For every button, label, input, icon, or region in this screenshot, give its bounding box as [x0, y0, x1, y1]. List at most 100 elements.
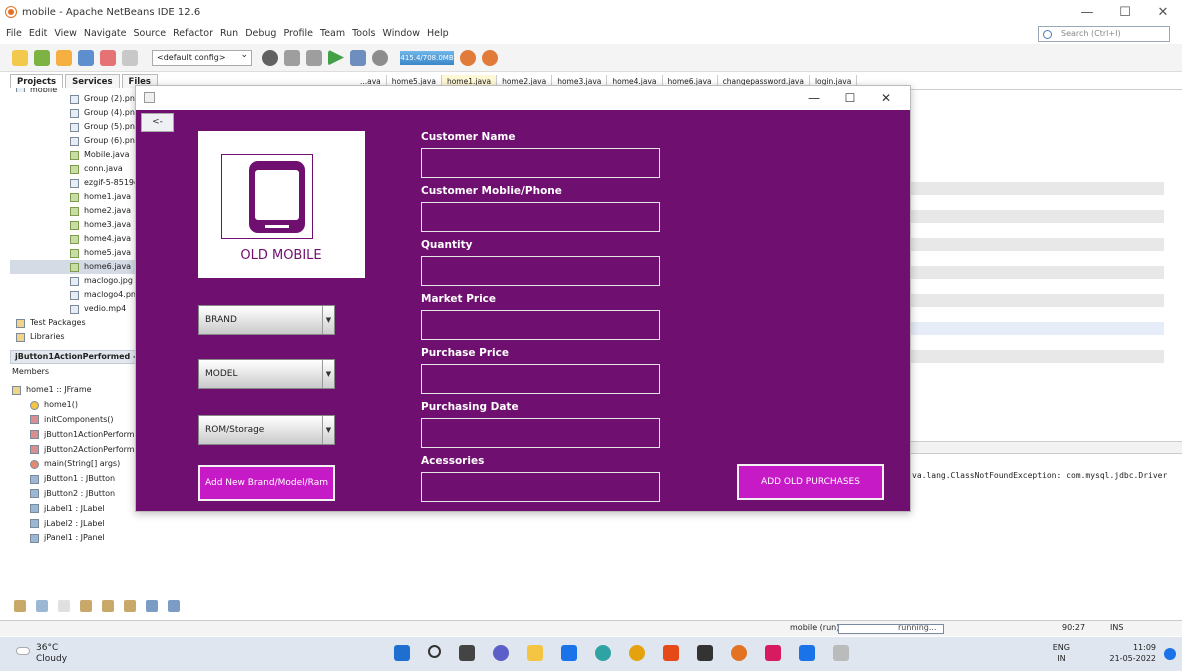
java-app-icon[interactable]	[833, 645, 849, 661]
memory-indicator[interactable]: 415.4/708.0MB	[400, 50, 454, 65]
mail-icon[interactable]	[561, 645, 577, 661]
member-item[interactable]: initComponents()	[12, 413, 152, 428]
add-old-purchases-button[interactable]: ADD OLD PURCHASES	[737, 464, 884, 500]
member-item[interactable]: jLabel2 : JLabel	[12, 516, 152, 531]
menu-navigate[interactable]: Navigate	[84, 28, 127, 39]
app-icon-2[interactable]	[799, 645, 815, 661]
static-icon[interactable]	[58, 600, 70, 612]
tab-services[interactable]: Services	[65, 74, 120, 88]
member-item[interactable]: home1()	[12, 398, 152, 413]
menu-source[interactable]: Source	[133, 28, 166, 39]
member-item[interactable]: home1 :: JFrame	[12, 383, 152, 398]
member-item[interactable]: jLabel1 : JLabel	[12, 501, 152, 516]
menu-profile[interactable]: Profile	[283, 28, 313, 39]
customer-phone-input[interactable]	[421, 202, 660, 232]
weather-condition: Cloudy	[36, 654, 68, 664]
office-icon[interactable]	[663, 645, 679, 661]
redo-icon[interactable]	[122, 49, 138, 66]
close-icon[interactable]: ✕	[1144, 0, 1182, 24]
menu-run[interactable]: Run	[220, 28, 238, 39]
gc-icon-2[interactable]	[482, 49, 498, 66]
windows-start-icon[interactable]	[394, 645, 410, 661]
dropdown-arrow-icon[interactable]: ▼	[322, 306, 334, 334]
member-item[interactable]: main(String[] args)	[12, 457, 152, 472]
search-icon[interactable]	[428, 645, 441, 658]
maximize-icon[interactable]: ☐	[832, 89, 868, 107]
new-file-icon[interactable]	[12, 49, 28, 66]
system-clock[interactable]: 11:09 21-05-2022	[1110, 642, 1157, 664]
member-item[interactable]: jButton1ActionPerform	[12, 427, 152, 442]
save-all-icon[interactable]	[78, 49, 94, 66]
task-view-icon[interactable]	[459, 645, 475, 661]
undo-icon[interactable]	[100, 49, 116, 66]
purchasing-date-input[interactable]	[421, 418, 660, 448]
editor-code-line	[910, 266, 1164, 279]
notepad-icon[interactable]	[697, 645, 713, 661]
lock-icon[interactable]	[80, 600, 92, 612]
customer-name-input[interactable]	[421, 148, 660, 178]
clean-build-icon[interactable]	[306, 49, 322, 66]
sort-name-icon[interactable]	[146, 600, 158, 612]
close-icon[interactable]: ✕	[868, 89, 904, 107]
sort-source-icon[interactable]	[168, 600, 180, 612]
purchase-price-input[interactable]	[421, 364, 660, 394]
netbeans-taskbar-icon[interactable]	[731, 645, 747, 661]
cloud-icon	[16, 647, 30, 655]
input-language[interactable]: ENG IN	[1053, 642, 1070, 664]
run-icon[interactable]	[328, 49, 344, 66]
menu-debug[interactable]: Debug	[245, 28, 276, 39]
quantity-input[interactable]	[421, 256, 660, 286]
menu-window[interactable]: Window	[383, 28, 420, 39]
member-item[interactable]: jButton2ActionPerform	[12, 442, 152, 457]
chat-icon[interactable]	[493, 645, 509, 661]
rom-select[interactable]: ROM/Storage ▼	[198, 415, 335, 445]
app-icon[interactable]	[765, 645, 781, 661]
market-price-input[interactable]	[421, 310, 660, 340]
minimize-icon[interactable]: —	[1068, 0, 1106, 24]
menu-team[interactable]: Team	[320, 28, 345, 39]
menu-tools[interactable]: Tools	[352, 28, 375, 39]
open-project-icon[interactable]	[56, 49, 72, 66]
dropdown-arrow-icon[interactable]: ▼	[322, 360, 334, 388]
weather-widget[interactable]: 36°C Cloudy	[16, 643, 68, 665]
fq-names-icon[interactable]	[124, 600, 136, 612]
debug-icon[interactable]	[350, 49, 366, 66]
menu-file[interactable]: File	[6, 28, 22, 39]
minimize-icon[interactable]: —	[796, 89, 832, 107]
chrome-icon[interactable]	[629, 645, 645, 661]
config-select[interactable]: <default config>	[152, 49, 252, 66]
ide-statusbar: mobile (run) running... 90:27 INS	[0, 620, 1182, 636]
run-status-label[interactable]: mobile (run)	[790, 623, 839, 632]
fields-icon[interactable]	[36, 600, 48, 612]
profile-icon[interactable]	[372, 49, 388, 66]
menu-edit[interactable]: Edit	[29, 28, 47, 39]
output-text: va.lang.ClassNotFoundException: com.mysq…	[912, 471, 1168, 480]
notification-icon[interactable]	[1164, 648, 1176, 660]
menu-refactor[interactable]: Refactor	[173, 28, 213, 39]
edge-icon[interactable]	[595, 645, 611, 661]
member-item[interactable]: jPanel1 : JPanel	[12, 531, 152, 546]
model-select[interactable]: MODEL ▼	[198, 359, 335, 389]
menu-view[interactable]: View	[54, 28, 77, 39]
inherited-icon[interactable]	[102, 600, 114, 612]
member-item[interactable]: jButton1 : JButton	[12, 472, 152, 487]
filter-icon[interactable]	[14, 600, 26, 612]
accessories-input[interactable]	[421, 472, 660, 502]
tab-projects[interactable]: Projects	[10, 74, 64, 88]
editor-code-line	[910, 294, 1164, 307]
dropdown-arrow-icon[interactable]: ▼	[322, 416, 334, 444]
brand-select[interactable]: BRAND ▼	[198, 305, 335, 335]
java-file-icon	[70, 164, 79, 174]
globe-icon[interactable]	[262, 49, 278, 66]
file-explorer-icon[interactable]	[527, 645, 543, 661]
new-project-icon[interactable]	[34, 49, 50, 66]
add-new-brand-model-ram-button[interactable]: Add New Brand/Model/Ram	[198, 465, 335, 501]
menu-help[interactable]: Help	[427, 28, 449, 39]
back-button[interactable]: <-	[141, 113, 174, 132]
maximize-icon[interactable]: ☐	[1106, 0, 1144, 24]
hammer-icon[interactable]	[284, 49, 300, 66]
ide-search-input[interactable]: Search (Ctrl+I)	[1038, 26, 1170, 42]
member-item[interactable]: jButton2 : JButton	[12, 487, 152, 502]
gc-icon[interactable]	[460, 49, 476, 66]
image-file-icon	[70, 94, 79, 104]
